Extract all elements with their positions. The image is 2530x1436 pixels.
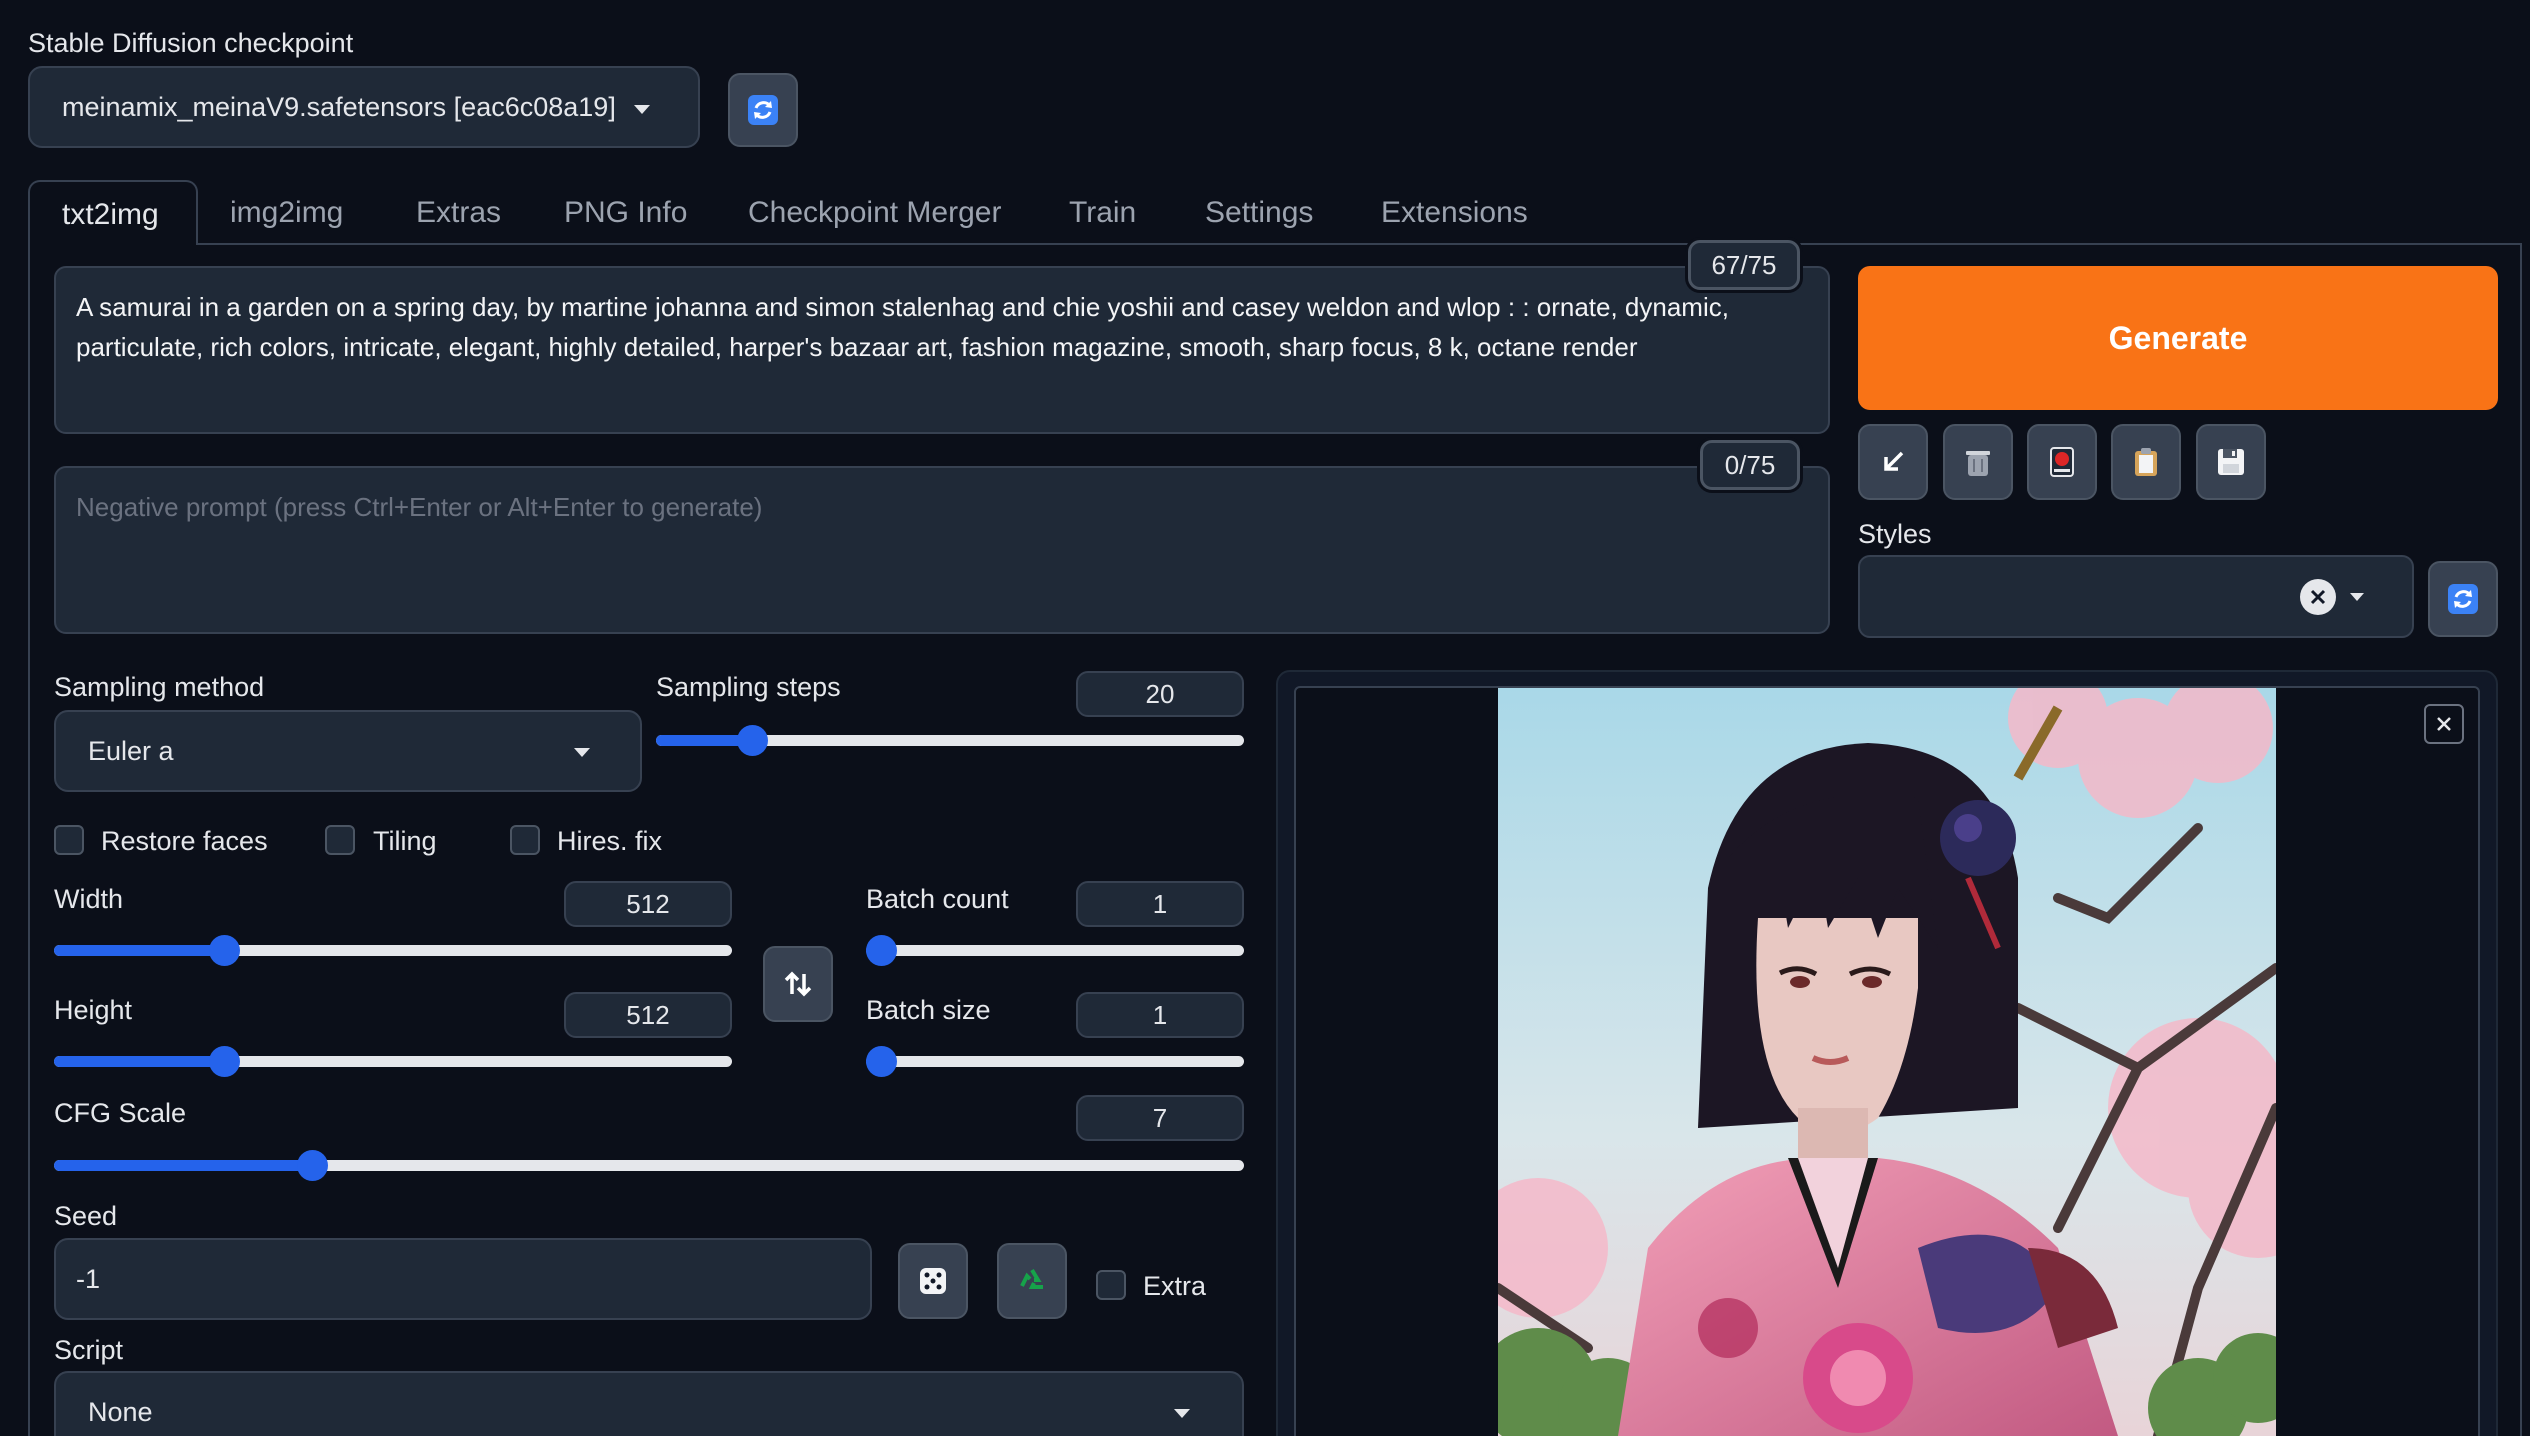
negative-prompt-placeholder: Negative prompt (press Ctrl+Enter or Alt… <box>76 492 763 522</box>
refresh-styles-button[interactable] <box>2428 561 2498 637</box>
styles-dropdown[interactable] <box>1858 555 2414 638</box>
styles-label: Styles <box>1858 519 1932 549</box>
script-value: None <box>88 1397 153 1427</box>
random-seed-button[interactable] <box>898 1243 968 1319</box>
flower-card-icon <box>2050 447 2074 477</box>
prompt-line-2: particulate, rich colors, intricate, ele… <box>76 332 1638 362</box>
tab-img2img[interactable]: img2img <box>230 196 343 230</box>
read-params-button[interactable] <box>1858 424 1928 500</box>
restore-faces-label: Restore faces <box>101 826 268 856</box>
tab-checkpoint-merger[interactable]: Checkpoint Merger <box>748 196 1001 230</box>
width-input[interactable]: 512 <box>564 881 732 927</box>
prompt-line-1: A samurai in a garden on a spring day, b… <box>76 292 1729 322</box>
batch-size-slider[interactable] <box>866 1046 1244 1077</box>
swap-dimensions-button[interactable] <box>763 946 833 1022</box>
close-preview-button[interactable] <box>2424 704 2464 744</box>
height-slider[interactable] <box>54 1046 732 1077</box>
tab-train[interactable]: Train <box>1069 196 1136 230</box>
seed-label: Seed <box>54 1201 118 1231</box>
refresh-icon <box>2448 584 2478 614</box>
width-label: Width <box>54 884 124 914</box>
batch-count-label: Batch count <box>866 884 1009 914</box>
save-style-button[interactable] <box>2196 424 2266 500</box>
tab-txt2img[interactable]: txt2img <box>28 180 198 245</box>
cfg-scale-slider[interactable] <box>54 1150 1244 1181</box>
negative-token-counter: 0/75 <box>1700 440 1800 490</box>
width-slider[interactable] <box>54 935 732 966</box>
extra-seed-label: Extra <box>1143 1271 1207 1301</box>
sampling-method-value: Euler a <box>88 736 174 766</box>
refresh-icon <box>748 95 778 125</box>
seed-input[interactable]: -1 <box>54 1238 872 1320</box>
cfg-scale-label: CFG Scale <box>54 1098 187 1128</box>
tiling-label: Tiling <box>373 826 437 856</box>
tab-extras[interactable]: Extras <box>416 196 501 230</box>
height-label: Height <box>54 995 133 1025</box>
sampling-method-dropdown[interactable]: Euler a <box>54 710 642 792</box>
chevron-down-icon <box>1174 1409 1190 1418</box>
checkpoint-dropdown[interactable]: meinamix_meinaV9.safetensors [eac6c08a19… <box>28 66 700 148</box>
clear-icon[interactable] <box>2300 579 2336 615</box>
sampling-steps-label: Sampling steps <box>656 672 841 702</box>
apply-style-button[interactable] <box>2111 424 2181 500</box>
arrow-down-left-icon <box>1884 451 1904 471</box>
script-label: Script <box>54 1335 124 1365</box>
chevron-down-icon <box>2350 593 2364 601</box>
tab-label: txt2img <box>62 198 159 231</box>
chevron-down-icon <box>574 748 590 757</box>
hires-fix-checkbox[interactable] <box>510 825 540 855</box>
recycle-icon <box>1020 1268 1043 1289</box>
hires-fix-label: Hires. fix <box>557 826 663 856</box>
sampling-steps-input[interactable]: 20 <box>1076 671 1244 717</box>
reuse-seed-button[interactable] <box>997 1243 1067 1319</box>
tab-png-info[interactable]: PNG Info <box>564 196 687 230</box>
negative-prompt-textarea[interactable]: Negative prompt (press Ctrl+Enter or Alt… <box>54 466 1830 634</box>
slider-thumb[interactable] <box>866 1046 897 1077</box>
generate-button[interactable]: Generate <box>1858 266 2498 410</box>
tab-settings[interactable]: Settings <box>1205 196 1313 230</box>
chevron-down-icon <box>634 105 650 114</box>
batch-size-label: Batch size <box>866 995 991 1025</box>
checkpoint-label: Stable Diffusion checkpoint <box>28 28 354 58</box>
slider-thumb[interactable] <box>866 935 897 966</box>
refresh-checkpoint-button[interactable] <box>728 73 798 147</box>
batch-size-input[interactable]: 1 <box>1076 992 1244 1038</box>
seed-value: -1 <box>76 1264 101 1294</box>
batch-count-input[interactable]: 1 <box>1076 881 1244 927</box>
tiling-checkbox[interactable] <box>325 825 355 855</box>
sampling-method-label: Sampling method <box>54 672 265 702</box>
swap-arrows-icon <box>784 971 812 997</box>
sampling-steps-slider[interactable] <box>656 725 1244 756</box>
restore-faces-checkbox[interactable] <box>54 825 84 855</box>
prompt-token-counter: 67/75 <box>1688 240 1800 290</box>
show-extra-networks-button[interactable] <box>2027 424 2097 500</box>
dice-icon <box>920 1268 946 1294</box>
prompt-textarea[interactable]: A samurai in a garden on a spring day, b… <box>54 266 1830 434</box>
close-icon <box>2437 717 2451 731</box>
generated-image[interactable] <box>1498 688 2276 1436</box>
floppy-disk-icon <box>2218 449 2244 475</box>
tab-extensions[interactable]: Extensions <box>1381 196 1528 230</box>
generate-label: Generate <box>2108 319 2248 356</box>
cfg-scale-input[interactable]: 7 <box>1076 1095 1244 1141</box>
clipboard-icon <box>2135 448 2157 476</box>
clear-prompt-button[interactable] <box>1943 424 2013 500</box>
checkpoint-value: meinamix_meinaV9.safetensors [eac6c08a19… <box>62 92 616 122</box>
script-dropdown[interactable]: None <box>54 1371 1244 1436</box>
height-input[interactable]: 512 <box>564 992 732 1038</box>
trash-icon <box>1966 451 1990 476</box>
batch-count-slider[interactable] <box>866 935 1244 966</box>
extra-seed-checkbox[interactable] <box>1096 1270 1126 1300</box>
